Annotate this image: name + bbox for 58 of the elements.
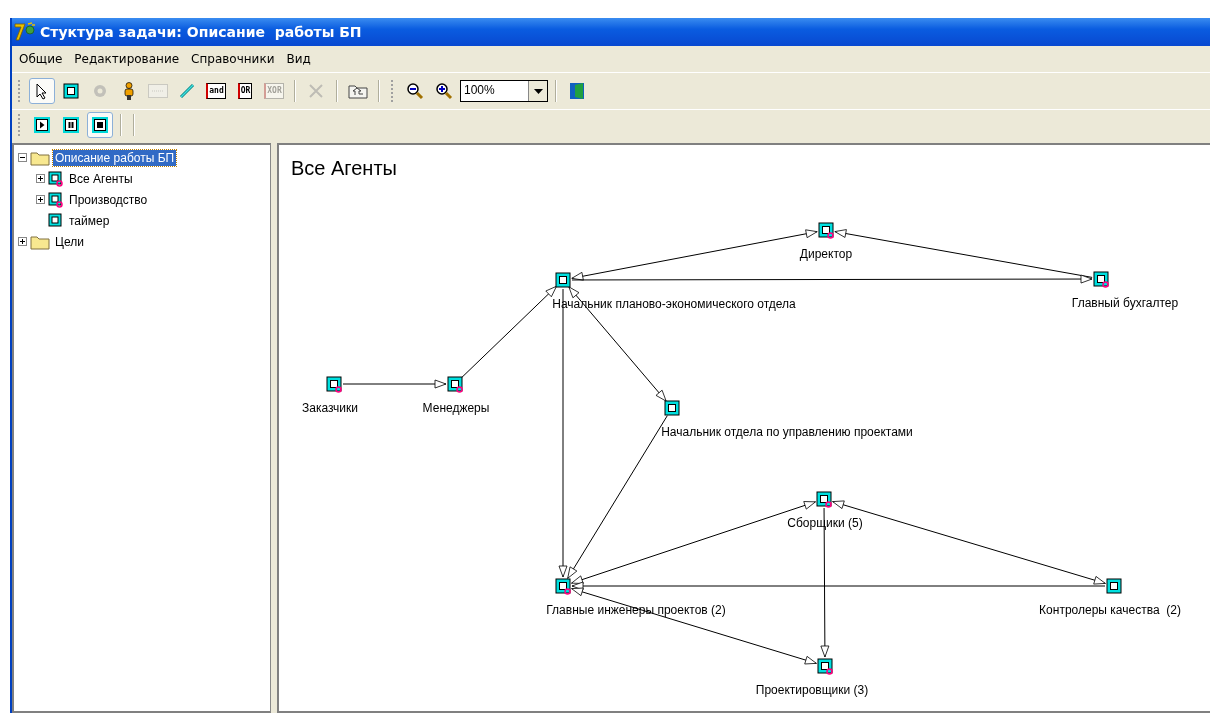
node-label: Директор bbox=[799, 247, 853, 261]
menu-item[interactable]: Общие bbox=[14, 50, 68, 68]
app-logo-icon bbox=[14, 22, 36, 42]
folder-icon bbox=[30, 233, 50, 250]
logic-gate-button[interactable]: OR bbox=[232, 78, 258, 104]
node-label: Начальник отдела по управлению проектами bbox=[661, 425, 913, 439]
zoom-out-icon bbox=[406, 82, 424, 100]
pause-icon bbox=[63, 117, 79, 133]
agent-node[interactable] bbox=[664, 400, 682, 418]
agent-group-node[interactable] bbox=[817, 658, 835, 676]
expand-toggle[interactable] bbox=[36, 174, 45, 183]
node-label: Заказчики bbox=[302, 401, 358, 415]
agent-group-icon bbox=[48, 191, 64, 208]
agent-group-node[interactable] bbox=[818, 222, 836, 240]
agent-group-node[interactable] bbox=[447, 376, 465, 394]
pen-icon bbox=[179, 83, 195, 99]
expand-toggle[interactable] bbox=[18, 237, 27, 246]
tree-item[interactable]: Производство bbox=[67, 191, 150, 208]
agent-group-node[interactable] bbox=[1093, 271, 1111, 289]
node-label: Главный бухгалтер bbox=[1071, 296, 1179, 310]
node-label: Контролеры качества (2) bbox=[1039, 603, 1181, 617]
zoom-in-icon bbox=[435, 82, 453, 100]
door-icon bbox=[569, 82, 585, 100]
agent-node[interactable] bbox=[555, 272, 573, 290]
panel-icon bbox=[148, 84, 168, 98]
folder-up-icon bbox=[348, 83, 368, 99]
agent-icon bbox=[48, 212, 64, 229]
expand-toggle[interactable] bbox=[18, 153, 27, 162]
square-node-icon bbox=[63, 83, 79, 99]
diagram-title: Все Агенты bbox=[291, 157, 397, 180]
folder-icon bbox=[30, 149, 50, 166]
person-icon bbox=[123, 82, 135, 100]
stop-icon bbox=[92, 117, 108, 133]
node-label: Проектировщики (3) bbox=[755, 683, 869, 697]
caret-icon bbox=[533, 88, 543, 94]
menu-item[interactable]: Справочники bbox=[186, 50, 280, 68]
expand-toggle[interactable] bbox=[36, 195, 45, 204]
tree-item[interactable]: Все Агенты bbox=[67, 170, 135, 187]
delete-icon bbox=[308, 83, 324, 99]
logic-gate-button[interactable]: and bbox=[203, 78, 229, 104]
tree-item[interactable]: Цели bbox=[53, 233, 86, 250]
gear-icon bbox=[92, 83, 108, 99]
menu-item[interactable]: Вид bbox=[281, 50, 316, 68]
agent-group-node[interactable] bbox=[555, 578, 573, 596]
node-label: Начальник планово-экономического отдела bbox=[552, 297, 796, 311]
agent-group-node[interactable] bbox=[326, 376, 344, 394]
stop-button[interactable] bbox=[87, 112, 113, 138]
agent-group-node[interactable] bbox=[816, 491, 834, 509]
zoom-dropdown[interactable]: 100% bbox=[460, 80, 548, 102]
pointer-button[interactable] bbox=[29, 78, 55, 104]
menu-item[interactable]: Редактирование bbox=[69, 50, 185, 68]
node-label: Менеджеры bbox=[422, 401, 490, 415]
window-title: Стуктура задачи: Описание работы БП bbox=[40, 24, 362, 40]
tree-item[interactable]: таймер bbox=[67, 212, 112, 229]
play-icon bbox=[34, 117, 50, 133]
agent-node[interactable] bbox=[1106, 578, 1124, 596]
tree-item[interactable]: Описание работы БП bbox=[53, 149, 177, 166]
agent-group-icon bbox=[48, 170, 64, 187]
